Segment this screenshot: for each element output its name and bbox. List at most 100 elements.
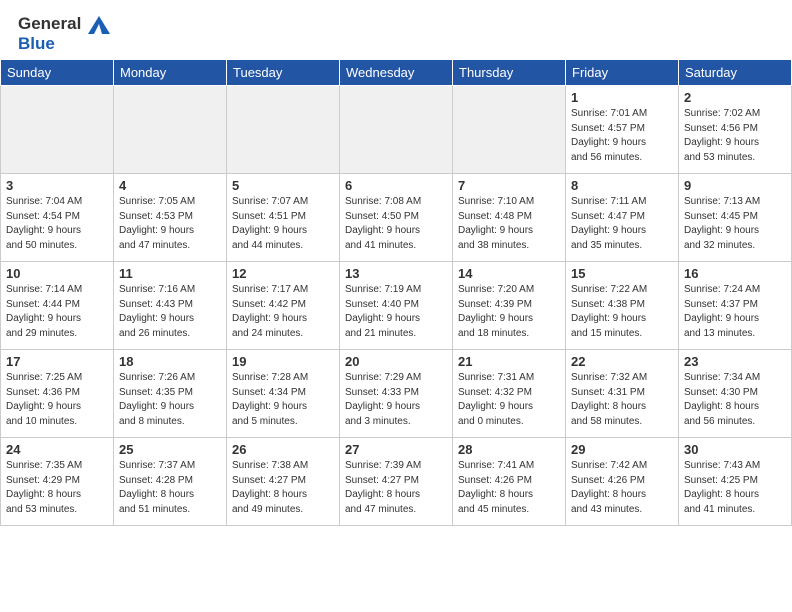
weekday-header-friday: Friday bbox=[566, 60, 679, 86]
day-info: Sunrise: 7:34 AM Sunset: 4:30 PM Dayligh… bbox=[684, 372, 760, 427]
day-info: Sunrise: 7:39 AM Sunset: 4:27 PM Dayligh… bbox=[345, 460, 421, 515]
calendar-cell-17: 17 Sunrise: 7:25 AM Sunset: 4:36 PM Dayli… bbox=[1, 350, 114, 438]
day-info: Sunrise: 7:20 AM Sunset: 4:39 PM Dayligh… bbox=[458, 284, 534, 339]
day-info: Sunrise: 7:19 AM Sunset: 4:40 PM Dayligh… bbox=[345, 284, 421, 339]
day-info: Sunrise: 7:37 AM Sunset: 4:28 PM Dayligh… bbox=[119, 460, 195, 515]
calendar-cell-4: 4 Sunrise: 7:05 AM Sunset: 4:53 PM Daylig… bbox=[114, 174, 227, 262]
day-info: Sunrise: 7:42 AM Sunset: 4:26 PM Dayligh… bbox=[571, 460, 647, 515]
calendar-cell-5: 5 Sunrise: 7:07 AM Sunset: 4:51 PM Daylig… bbox=[227, 174, 340, 262]
day-number: 19 bbox=[232, 354, 334, 369]
logo-text: General Blue bbox=[18, 14, 110, 53]
day-number: 6 bbox=[345, 178, 447, 193]
calendar-cell-22: 22 Sunrise: 7:32 AM Sunset: 4:31 PM Dayli… bbox=[566, 350, 679, 438]
day-number: 26 bbox=[232, 442, 334, 457]
day-info: Sunrise: 7:32 AM Sunset: 4:31 PM Dayligh… bbox=[571, 372, 647, 427]
calendar: SundayMondayTuesdayWednesdayThursdayFrid… bbox=[0, 59, 792, 526]
day-number: 7 bbox=[458, 178, 560, 193]
day-info: Sunrise: 7:28 AM Sunset: 4:34 PM Dayligh… bbox=[232, 372, 308, 427]
calendar-cell-19: 19 Sunrise: 7:28 AM Sunset: 4:34 PM Dayli… bbox=[227, 350, 340, 438]
day-info: Sunrise: 7:29 AM Sunset: 4:33 PM Dayligh… bbox=[345, 372, 421, 427]
weekday-header-sunday: Sunday bbox=[1, 60, 114, 86]
day-info: Sunrise: 7:38 AM Sunset: 4:27 PM Dayligh… bbox=[232, 460, 308, 515]
day-number: 8 bbox=[571, 178, 673, 193]
calendar-cell-11: 11 Sunrise: 7:16 AM Sunset: 4:43 PM Dayli… bbox=[114, 262, 227, 350]
calendar-cell-12: 12 Sunrise: 7:17 AM Sunset: 4:42 PM Dayli… bbox=[227, 262, 340, 350]
day-info: Sunrise: 7:08 AM Sunset: 4:50 PM Dayligh… bbox=[345, 196, 421, 251]
calendar-cell-8: 8Sunrise: 7:11 AM Sunset: 4:47 PM Daylig… bbox=[566, 174, 679, 262]
calendar-cell-27: 27 Sunrise: 7:39 AM Sunset: 4:27 PM Dayli… bbox=[340, 438, 453, 526]
calendar-cell-7: 7 Sunrise: 7:10 AM Sunset: 4:48 PM Daylig… bbox=[453, 174, 566, 262]
calendar-cell-2: 2 Sunrise: 7:02 AM Sunset: 4:56 PM Daylig… bbox=[679, 86, 792, 174]
day-number: 5 bbox=[232, 178, 334, 193]
day-number: 25 bbox=[119, 442, 221, 457]
calendar-cell-15: 15Sunrise: 7:22 AM Sunset: 4:38 PM Dayli… bbox=[566, 262, 679, 350]
day-number: 2 bbox=[684, 90, 786, 105]
day-number: 20 bbox=[345, 354, 447, 369]
day-number: 21 bbox=[458, 354, 560, 369]
calendar-cell-30: 30 Sunrise: 7:43 AM Sunset: 4:25 PM Dayli… bbox=[679, 438, 792, 526]
day-info: Sunrise: 7:04 AM Sunset: 4:54 PM Dayligh… bbox=[6, 196, 82, 251]
day-info: Sunrise: 7:43 AM Sunset: 4:25 PM Dayligh… bbox=[684, 460, 760, 515]
day-info: Sunrise: 7:05 AM Sunset: 4:53 PM Dayligh… bbox=[119, 196, 195, 251]
calendar-cell-21: 21Sunrise: 7:31 AM Sunset: 4:32 PM Dayli… bbox=[453, 350, 566, 438]
day-info: Sunrise: 7:13 AM Sunset: 4:45 PM Dayligh… bbox=[684, 196, 760, 251]
calendar-cell-9: 9 Sunrise: 7:13 AM Sunset: 4:45 PM Daylig… bbox=[679, 174, 792, 262]
day-number: 13 bbox=[345, 266, 447, 281]
calendar-cell-18: 18Sunrise: 7:26 AM Sunset: 4:35 PM Dayli… bbox=[114, 350, 227, 438]
calendar-cell-6: 6 Sunrise: 7:08 AM Sunset: 4:50 PM Daylig… bbox=[340, 174, 453, 262]
day-info: Sunrise: 7:10 AM Sunset: 4:48 PM Dayligh… bbox=[458, 196, 534, 251]
calendar-cell-10: 10 Sunrise: 7:14 AM Sunset: 4:44 PM Dayli… bbox=[1, 262, 114, 350]
calendar-cell-26: 26 Sunrise: 7:38 AM Sunset: 4:27 PM Dayli… bbox=[227, 438, 340, 526]
day-number: 1 bbox=[571, 90, 673, 105]
header: General Blue bbox=[0, 0, 792, 59]
day-number: 29 bbox=[571, 442, 673, 457]
weekday-header-monday: Monday bbox=[114, 60, 227, 86]
day-number: 14 bbox=[458, 266, 560, 281]
day-number: 30 bbox=[684, 442, 786, 457]
day-number: 22 bbox=[571, 354, 673, 369]
day-number: 28 bbox=[458, 442, 560, 457]
calendar-cell-16: 16Sunrise: 7:24 AM Sunset: 4:37 PM Dayli… bbox=[679, 262, 792, 350]
day-info: Sunrise: 7:02 AM Sunset: 4:56 PM Dayligh… bbox=[684, 108, 760, 163]
day-number: 23 bbox=[684, 354, 786, 369]
calendar-cell-23: 23 Sunrise: 7:34 AM Sunset: 4:30 PM Dayli… bbox=[679, 350, 792, 438]
calendar-cell-empty bbox=[114, 86, 227, 174]
logo-icon bbox=[88, 16, 110, 34]
day-number: 17 bbox=[6, 354, 108, 369]
day-info: Sunrise: 7:25 AM Sunset: 4:36 PM Dayligh… bbox=[6, 372, 82, 427]
weekday-header-tuesday: Tuesday bbox=[227, 60, 340, 86]
day-number: 12 bbox=[232, 266, 334, 281]
weekday-header-thursday: Thursday bbox=[453, 60, 566, 86]
day-number: 11 bbox=[119, 266, 221, 281]
calendar-cell-empty bbox=[340, 86, 453, 174]
day-info: Sunrise: 7:07 AM Sunset: 4:51 PM Dayligh… bbox=[232, 196, 308, 251]
day-number: 4 bbox=[119, 178, 221, 193]
day-number: 27 bbox=[345, 442, 447, 457]
day-info: Sunrise: 7:01 AM Sunset: 4:57 PM Dayligh… bbox=[571, 108, 647, 163]
day-info: Sunrise: 7:22 AM Sunset: 4:38 PM Dayligh… bbox=[571, 284, 647, 339]
weekday-header-saturday: Saturday bbox=[679, 60, 792, 86]
calendar-cell-3: 3 Sunrise: 7:04 AM Sunset: 4:54 PM Daylig… bbox=[1, 174, 114, 262]
weekday-header-wednesday: Wednesday bbox=[340, 60, 453, 86]
calendar-cell-1: 1 Sunrise: 7:01 AM Sunset: 4:57 PM Daylig… bbox=[566, 86, 679, 174]
calendar-cell-29: 29 Sunrise: 7:42 AM Sunset: 4:26 PM Dayli… bbox=[566, 438, 679, 526]
logo: General Blue bbox=[18, 14, 110, 53]
day-number: 18 bbox=[119, 354, 221, 369]
calendar-cell-13: 13 Sunrise: 7:19 AM Sunset: 4:40 PM Dayli… bbox=[340, 262, 453, 350]
day-info: Sunrise: 7:17 AM Sunset: 4:42 PM Dayligh… bbox=[232, 284, 308, 339]
day-info: Sunrise: 7:16 AM Sunset: 4:43 PM Dayligh… bbox=[119, 284, 195, 339]
calendar-cell-24: 24Sunrise: 7:35 AM Sunset: 4:29 PM Dayli… bbox=[1, 438, 114, 526]
day-info: Sunrise: 7:14 AM Sunset: 4:44 PM Dayligh… bbox=[6, 284, 82, 339]
calendar-cell-25: 25 Sunrise: 7:37 AM Sunset: 4:28 PM Dayli… bbox=[114, 438, 227, 526]
calendar-cell-empty bbox=[227, 86, 340, 174]
day-info: Sunrise: 7:35 AM Sunset: 4:29 PM Dayligh… bbox=[6, 460, 82, 515]
day-number: 10 bbox=[6, 266, 108, 281]
day-number: 16 bbox=[684, 266, 786, 281]
day-number: 3 bbox=[6, 178, 108, 193]
calendar-cell-28: 28 Sunrise: 7:41 AM Sunset: 4:26 PM Dayli… bbox=[453, 438, 566, 526]
day-number: 9 bbox=[684, 178, 786, 193]
calendar-cell-empty bbox=[1, 86, 114, 174]
day-info: Sunrise: 7:41 AM Sunset: 4:26 PM Dayligh… bbox=[458, 460, 534, 515]
calendar-cell-empty bbox=[453, 86, 566, 174]
calendar-cell-20: 20 Sunrise: 7:29 AM Sunset: 4:33 PM Dayli… bbox=[340, 350, 453, 438]
